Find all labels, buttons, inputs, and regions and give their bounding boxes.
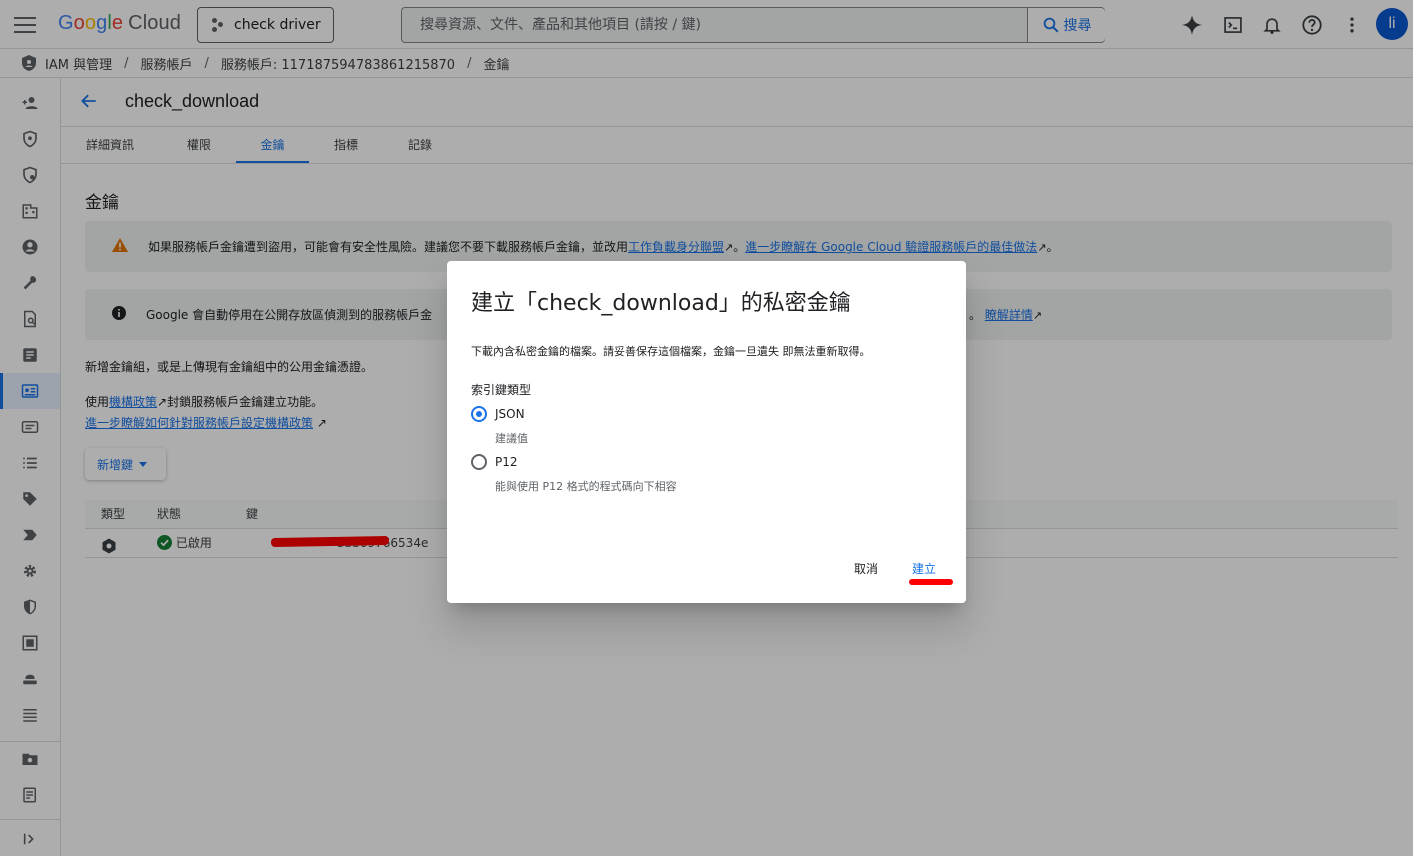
radio-button-json[interactable] <box>471 406 487 422</box>
highlight-mark <box>909 579 953 585</box>
radio-option-p12[interactable]: P12 <box>471 454 518 470</box>
create-button[interactable]: 建立 <box>912 560 936 578</box>
radio-button-p12[interactable] <box>471 454 487 470</box>
dialog-title: 建立「check_download」的私密金鑰 <box>471 291 851 316</box>
radio-option-json[interactable]: JSON <box>471 406 525 422</box>
dialog-description: 下載內含私密金鑰的檔案。請妥善保存這個檔案，金鑰一旦遺失 即無法重新取得。 <box>471 345 871 358</box>
key-type-label: 索引鍵類型 <box>471 383 532 397</box>
create-private-key-dialog: 建立「check_download」的私密金鑰 下載內含私密金鑰的檔案。請妥善保… <box>447 261 966 603</box>
cancel-button[interactable]: 取消 <box>854 560 878 578</box>
json-hint: 建議值 <box>495 432 528 445</box>
p12-hint: 能與使用 P12 格式的程式碼向下相容 <box>495 480 677 493</box>
